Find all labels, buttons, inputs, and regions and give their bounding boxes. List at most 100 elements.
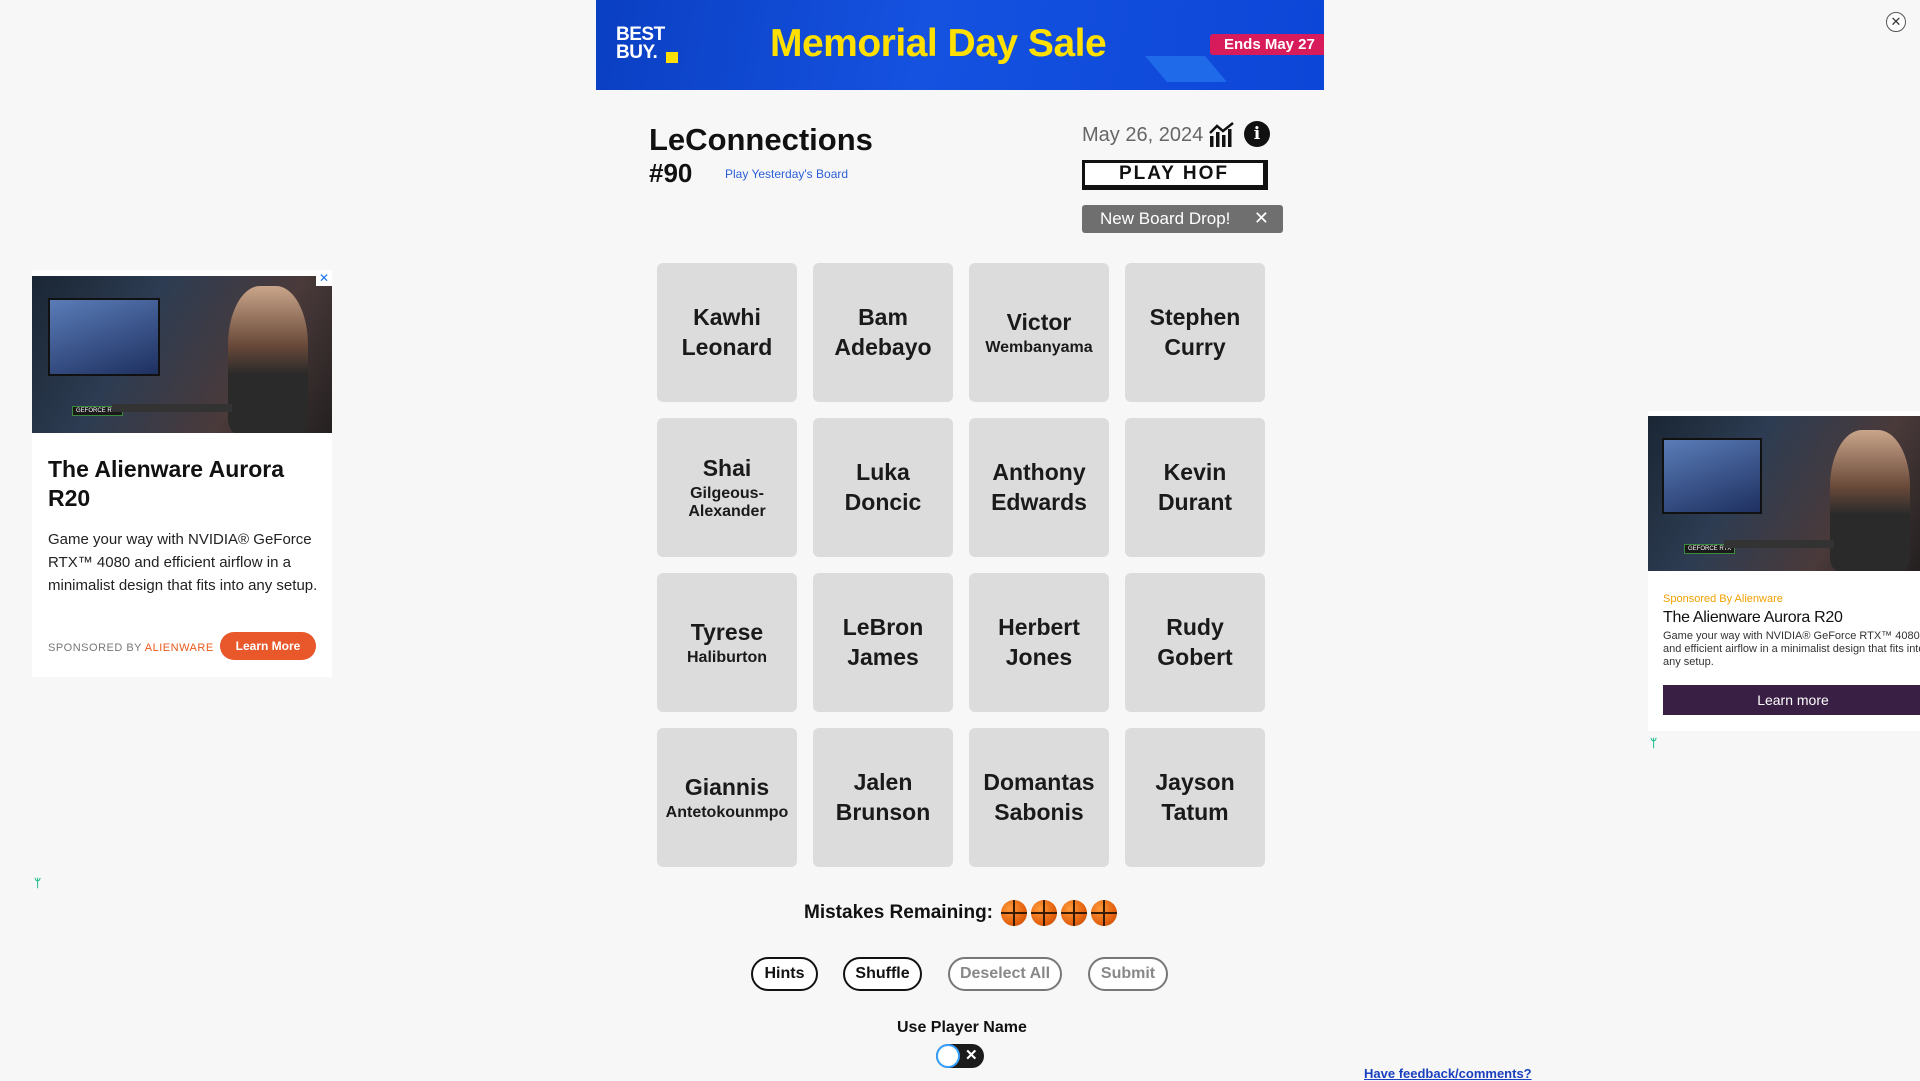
board-date: May 26, 2024 [1082, 124, 1204, 146]
player-last-name: Leonard [681, 334, 773, 360]
player-tile[interactable]: Bam Adebayo [813, 263, 953, 402]
toggle-off-icon: ✕ [965, 1047, 978, 1064]
ad-title: The Alienware Aurora R20 [1663, 609, 1843, 626]
close-icon[interactable]: ✕ [1254, 208, 1269, 229]
banner-ends-badge: Ends May 27 [1210, 34, 1324, 55]
ad-sponsored: Sponsored By Alienware [1663, 593, 1783, 605]
ad-body: Game your way with NVIDIA® GeForce RTX™ … [48, 531, 318, 594]
ad-learn-more-button[interactable]: Learn More [220, 632, 316, 660]
ad-close-icon[interactable]: ✕ [316, 270, 332, 286]
player-tile[interactable]: Kawhi Leonard [657, 263, 797, 402]
play-yesterday-link[interactable]: Play Yesterday's Board [725, 167, 848, 181]
ad-sponsored-label: SPONSORED BY [48, 642, 142, 654]
player-last-name: Antetokounmpo [665, 804, 789, 821]
player-tile[interactable]: LeBron James [813, 573, 953, 712]
mistakes-remaining: Mistakes Remaining: [804, 900, 1117, 926]
player-first-name: Bam [858, 304, 908, 330]
stats-icon[interactable] [1208, 122, 1236, 148]
player-last-name: Curry [1164, 334, 1226, 360]
player-tile[interactable]: Kevin Durant [1125, 418, 1265, 557]
basketball-icon [1091, 900, 1117, 926]
player-tile[interactable]: Herbert Jones [969, 573, 1109, 712]
player-tile[interactable]: Rudy Gobert [1125, 573, 1265, 712]
player-last-name: Doncic [844, 489, 922, 515]
shuffle-button[interactable]: Shuffle [843, 957, 922, 991]
ad-body: Game your way with NVIDIA® GeForce RTX™ … [1663, 630, 1920, 668]
top-ad-banner[interactable]: BEST BUY. Memorial Day Sale Ends May 27 … [596, 0, 1324, 90]
banner-title: Memorial Day Sale [770, 22, 1107, 65]
hints-button[interactable]: Hints [751, 957, 818, 991]
player-last-name: Sabonis [994, 799, 1084, 825]
player-tile[interactable]: Stephen Curry [1125, 263, 1265, 402]
right-ad[interactable]: GEFORCE RTX Sponsored By Alienware The A… [1648, 411, 1920, 731]
mistakes-label: Mistakes Remaining: [804, 902, 993, 923]
player-last-name: Gobert [1157, 644, 1233, 670]
player-tile[interactable]: Jalen Brunson [813, 728, 953, 867]
player-first-name: Herbert [998, 614, 1080, 640]
player-last-name: Wembanyama [985, 339, 1093, 356]
logo-line-2: BUY. [616, 42, 658, 63]
player-last-name: Brunson [835, 799, 931, 825]
player-first-name: Stephen [1149, 304, 1241, 330]
basketball-icon [1031, 900, 1057, 926]
player-first-name: Kevin [1163, 459, 1227, 485]
player-tile[interactable]: Domantas Sabonis [969, 728, 1109, 867]
ad-learn-more-button[interactable]: Learn more [1663, 685, 1920, 715]
player-tile[interactable]: Victor Wembanyama [969, 263, 1109, 402]
board-number: #90 [649, 158, 693, 188]
player-first-name: Jayson [1155, 769, 1235, 795]
player-last-name: Durant [1157, 489, 1233, 515]
page-title: LeConnections [649, 122, 873, 157]
best-buy-logo: BEST BUY. [616, 25, 665, 63]
player-last-name: James [847, 644, 919, 670]
player-grid: Kawhi Leonard Bam Adebayo Victor Wembanyama St… [657, 263, 1265, 867]
submit-button[interactable]: Submit [1088, 957, 1168, 991]
mistake-balls [1001, 900, 1117, 926]
player-last-name: Edwards [991, 489, 1087, 515]
player-first-name: Rudy [1166, 614, 1224, 640]
player-last-name: Jones [1005, 644, 1073, 670]
use-player-name-toggle[interactable]: ✕ [936, 1044, 984, 1068]
toggle-knob [938, 1046, 958, 1066]
player-tile[interactable]: Luka Doncic [813, 418, 953, 557]
ad-sponsor: ALIENWARE [144, 642, 214, 654]
player-first-name: Victor [1006, 309, 1072, 335]
player-first-name: Luka [856, 459, 910, 485]
close-icon[interactable]: ✕ [1886, 12, 1906, 32]
banner-decoration [1145, 56, 1227, 82]
player-last-name: Tatum [1161, 799, 1229, 825]
toast-text: New Board Drop! [1100, 209, 1231, 228]
ad-image: GEFORCE RTX [1648, 416, 1920, 571]
deselect-all-button[interactable]: Deselect All [948, 957, 1062, 991]
player-last-name: Adebayo [834, 334, 932, 360]
player-first-name: Shai [702, 455, 752, 481]
ad-title: The Alienware Aurora R20 [48, 456, 285, 511]
leaf-icon: ᛘ [1650, 736, 1658, 750]
ad-sponsored: SPONSORED BY ALIENWARE [48, 642, 214, 654]
new-board-drop-toast: New Board Drop! ✕ [1082, 205, 1283, 233]
leaf-icon: ᛘ [34, 876, 42, 890]
play-hof-button[interactable]: PLAY HOF [1082, 160, 1268, 190]
player-tile[interactable]: Jayson Tatum [1125, 728, 1265, 867]
ad-image: GEFORCE RTX [32, 276, 332, 433]
player-last-name: Haliburton [687, 649, 767, 666]
player-first-name: Anthony [992, 459, 1086, 485]
player-first-name: Giannis [684, 774, 770, 800]
feedback-link[interactable]: Have feedback/comments? [1364, 1066, 1532, 1081]
basketball-icon [1061, 900, 1087, 926]
left-ad[interactable]: GEFORCE RTX ✕ The Alienware Aurora R20 G… [32, 270, 332, 677]
player-tile[interactable]: Anthony Edwards [969, 418, 1109, 557]
best-buy-tag-icon [666, 52, 678, 63]
player-first-name: LeBron [842, 614, 924, 640]
player-first-name: Domantas [983, 769, 1095, 795]
info-icon[interactable]: i [1244, 121, 1270, 147]
toggle-label: Use Player Name [897, 1019, 1027, 1036]
player-first-name: Tyrese [690, 619, 764, 645]
basketball-icon [1001, 900, 1027, 926]
player-last-name: Gilgeous-Alexander [688, 485, 766, 520]
player-tile[interactable]: Shai Gilgeous-Alexander [657, 418, 797, 557]
player-first-name: Jalen [853, 769, 913, 795]
player-tile[interactable]: Tyrese Haliburton [657, 573, 797, 712]
player-tile[interactable]: Giannis Antetokounmpo [657, 728, 797, 867]
player-first-name: Kawhi [693, 304, 761, 330]
